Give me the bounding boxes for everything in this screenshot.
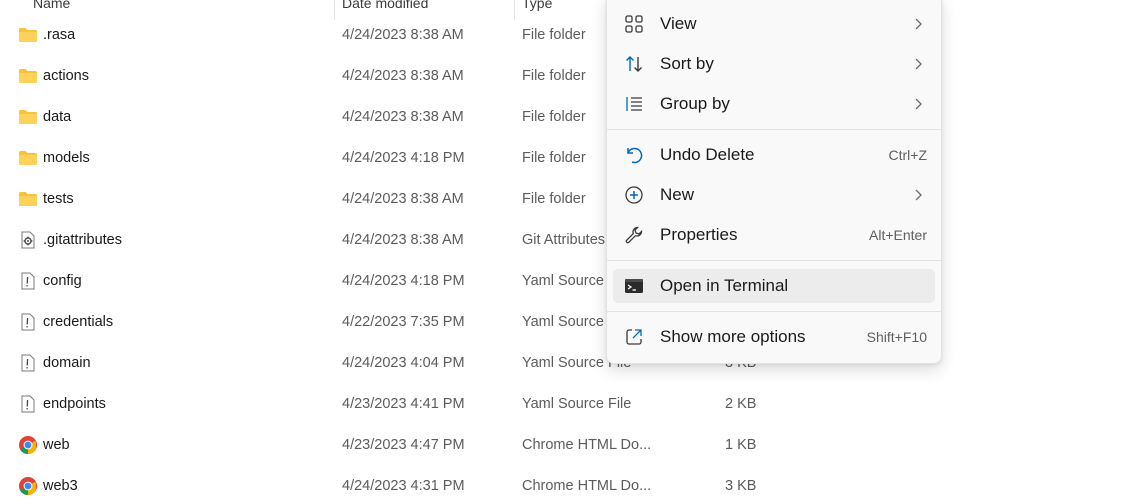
menu-item-label: Open in Terminal — [660, 276, 789, 295]
file-row[interactable]: models 4/24/2023 4:18 PM File folder — [0, 140, 1127, 176]
menu-item-label: Properties — [660, 225, 738, 244]
file-name: actions — [43, 68, 89, 84]
file-date: 4/24/2023 8:38 AM — [342, 232, 464, 248]
add-circle-icon — [624, 185, 644, 205]
file-name: web3 — [43, 478, 78, 494]
chevron-right-icon — [911, 56, 925, 72]
folder-icon — [18, 67, 38, 85]
file-type: Git Attributes — [522, 232, 606, 248]
menu-item-shortcut: Ctrl+Z — [888, 147, 928, 163]
column-name-header[interactable]: Name — [33, 0, 70, 11]
file-size: 1 KB — [725, 437, 757, 453]
file-name: tests — [43, 191, 74, 207]
file-row[interactable]: .rasa 4/24/2023 8:38 AM File folder — [0, 17, 1127, 53]
folder-icon — [18, 108, 38, 126]
menu-item-label: New — [660, 185, 695, 204]
file-row[interactable]: domain 4/24/2023 4:04 PM Yaml Source Fil… — [0, 345, 1127, 381]
file-type: File folder — [522, 191, 586, 207]
file-row[interactable]: tests 4/24/2023 8:38 AM File folder — [0, 181, 1127, 217]
menu-item-group-by[interactable]: Group by — [613, 87, 935, 121]
settings-file-icon — [18, 231, 38, 249]
menu-item-shortcut: Alt+Enter — [869, 227, 927, 243]
file-name: models — [43, 150, 90, 166]
menu-item-view[interactable]: View — [613, 7, 935, 41]
file-date: 4/23/2023 4:41 PM — [342, 396, 465, 412]
file-type: Chrome HTML Do... — [522, 478, 652, 494]
menu-separator — [607, 311, 941, 312]
file-type: File folder — [522, 109, 586, 125]
folder-icon — [18, 190, 38, 208]
file-date: 4/24/2023 4:18 PM — [342, 273, 465, 289]
file-row[interactable]: credentials 4/22/2023 7:35 PM Yaml Sourc… — [0, 304, 1127, 340]
menu-item-label: Show more options — [660, 327, 806, 346]
file-name: config — [43, 273, 82, 289]
chevron-right-icon — [911, 16, 925, 32]
file-date: 4/24/2023 4:31 PM — [342, 478, 465, 494]
column-date-header[interactable]: Date modified — [342, 0, 428, 11]
menu-item-show-more-options[interactable]: Show more options Shift+F10 — [613, 320, 935, 354]
file-name: endpoints — [43, 396, 106, 412]
menu-item-properties[interactable]: Properties Alt+Enter — [613, 218, 935, 252]
file-name: .rasa — [43, 27, 76, 43]
file-size: 2 KB — [725, 396, 757, 412]
file-row[interactable]: .gitattributes 4/24/2023 8:38 AM Git Att… — [0, 222, 1127, 258]
share-open-icon — [624, 327, 644, 347]
file-row[interactable]: actions 4/24/2023 8:38 AM File folder — [0, 58, 1127, 94]
yaml-file-icon — [18, 395, 38, 413]
file-row[interactable]: web3 4/24/2023 4:31 PM Chrome HTML Do...… — [0, 468, 1127, 504]
file-name: web — [43, 437, 70, 453]
file-date: 4/24/2023 8:38 AM — [342, 109, 464, 125]
chrome-icon — [18, 477, 38, 495]
file-name: data — [43, 109, 72, 125]
file-type: Chrome HTML Do... — [522, 437, 652, 453]
file-row[interactable]: web 4/23/2023 4:47 PM Chrome HTML Do... … — [0, 427, 1127, 463]
folder-icon — [18, 26, 38, 44]
menu-item-new[interactable]: New — [613, 178, 935, 212]
chevron-right-icon — [911, 187, 925, 203]
yaml-file-icon — [18, 354, 38, 372]
yaml-file-icon — [18, 313, 38, 331]
terminal-icon — [624, 276, 644, 296]
menu-item-shortcut: Shift+F10 — [866, 329, 927, 345]
file-date: 4/23/2023 4:47 PM — [342, 437, 465, 453]
yaml-file-icon — [18, 272, 38, 290]
column-type-header[interactable]: Type — [522, 0, 552, 11]
file-type: File folder — [522, 27, 586, 43]
group-list-icon — [624, 94, 644, 114]
menu-separator — [607, 129, 941, 130]
sort-arrows-icon — [624, 54, 644, 74]
file-date: 4/24/2023 8:38 AM — [342, 191, 464, 207]
file-row[interactable]: endpoints 4/23/2023 4:41 PM Yaml Source … — [0, 386, 1127, 422]
file-date: 4/24/2023 8:38 AM — [342, 68, 464, 84]
file-type: File folder — [522, 150, 586, 166]
file-size: 3 KB — [725, 478, 757, 494]
file-date: 4/24/2023 4:04 PM — [342, 355, 465, 371]
menu-item-label: Undo Delete — [660, 145, 755, 164]
context-menu: View Sort by Group by Undo Delete Ctrl+Z — [606, 0, 942, 364]
menu-item-label: View — [660, 14, 697, 33]
file-date: 4/24/2023 8:38 AM — [342, 27, 464, 43]
grid-view-icon — [624, 14, 644, 34]
file-name: .gitattributes — [43, 232, 122, 248]
file-row[interactable]: data 4/24/2023 8:38 AM File folder — [0, 99, 1127, 135]
file-name: credentials — [43, 314, 114, 330]
file-date: 4/22/2023 7:35 PM — [342, 314, 465, 330]
menu-item-open-in-terminal[interactable]: Open in Terminal — [613, 269, 935, 303]
menu-separator — [607, 260, 941, 261]
folder-icon — [18, 149, 38, 167]
undo-icon — [624, 145, 644, 165]
file-type: File folder — [522, 68, 586, 84]
file-date: 4/24/2023 4:18 PM — [342, 150, 465, 166]
menu-item-label: Sort by — [660, 54, 714, 73]
file-type: Yaml Source File — [522, 396, 632, 412]
file-row[interactable]: config 4/24/2023 4:18 PM Yaml Source Fil… — [0, 263, 1127, 299]
chevron-right-icon — [911, 96, 925, 112]
wrench-icon — [624, 225, 644, 245]
menu-item-sort-by[interactable]: Sort by — [613, 47, 935, 81]
file-name: domain — [43, 355, 91, 371]
chrome-icon — [18, 436, 38, 454]
menu-item-label: Group by — [660, 94, 730, 113]
menu-item-undo-delete[interactable]: Undo Delete Ctrl+Z — [613, 138, 935, 172]
